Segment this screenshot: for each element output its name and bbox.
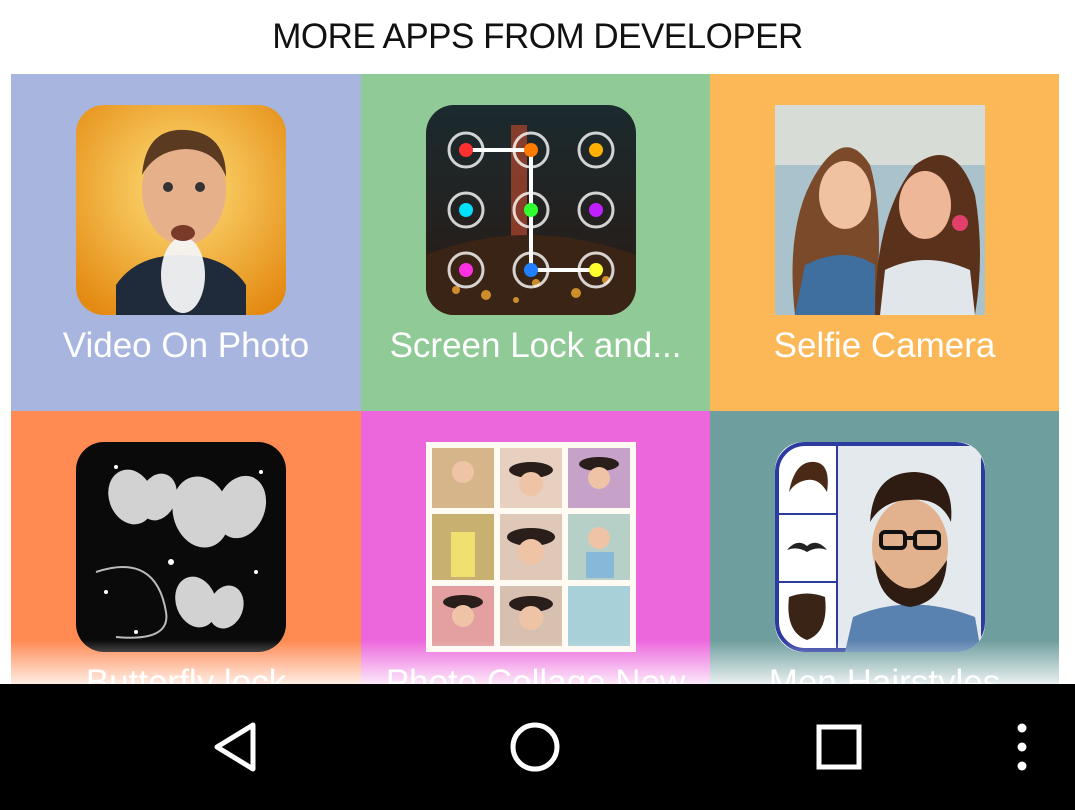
pattern-lock-icon	[426, 105, 636, 315]
overflow-menu-button[interactable]	[1000, 684, 1044, 810]
app-label: Video On Photo	[62, 326, 310, 365]
navigation-bar	[0, 684, 1075, 810]
man-with-smoke-icon	[76, 105, 286, 315]
butterfly-icon	[76, 442, 286, 652]
overflow-menu-icon	[1017, 723, 1027, 771]
app-tile-men-hairstyles[interactable]: Men Hairstyles	[710, 411, 1059, 684]
selfie-girls-icon	[775, 105, 985, 315]
home-icon	[510, 722, 560, 772]
home-button[interactable]	[490, 684, 580, 810]
collage-icon	[426, 442, 636, 652]
app-tile-selfie-camera[interactable]: Selfie Camera	[710, 74, 1059, 411]
app-label: Men Hairstyles	[768, 663, 1001, 684]
page-title: MORE APPS FROM DEVELOPER	[0, 0, 1075, 74]
back-button[interactable]	[190, 684, 280, 810]
app-label: Screen Lock and...	[389, 326, 682, 365]
app-tile-video-on-photo[interactable]: Video On Photo	[11, 74, 361, 411]
recents-button[interactable]	[794, 684, 884, 810]
recents-icon	[816, 724, 862, 770]
app-label: Butterfly lock	[85, 663, 287, 684]
app-label: Photo Collage New	[385, 663, 686, 684]
bearded-man-icon	[775, 442, 985, 652]
app-grid: Video On Photo Screen Lock and... Selfie…	[11, 74, 1059, 684]
app-tile-butterfly-lock[interactable]: Butterfly lock	[11, 411, 361, 684]
app-tile-photo-collage[interactable]: Photo Collage New	[361, 411, 710, 684]
back-icon	[214, 722, 256, 772]
app-label: Selfie Camera	[773, 326, 996, 365]
app-tile-screen-lock[interactable]: Screen Lock and...	[361, 74, 710, 411]
